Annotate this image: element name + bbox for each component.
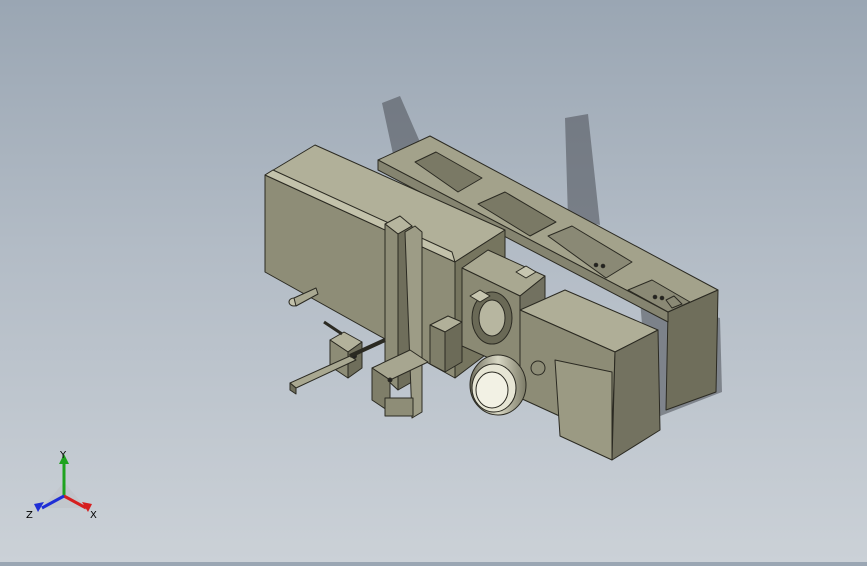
- tailstock-housing[interactable]: [519, 289, 661, 461]
- cad-graphics-viewport[interactable]: Y X Z: [0, 0, 867, 562]
- reference-triad: Y X Z: [26, 450, 97, 521]
- slide-block[interactable]: [429, 315, 463, 373]
- z-axis-label: Z: [26, 510, 33, 521]
- cad-model[interactable]: [0, 0, 867, 562]
- x-axis-label: X: [90, 510, 97, 521]
- y-axis-label: Y: [59, 450, 67, 461]
